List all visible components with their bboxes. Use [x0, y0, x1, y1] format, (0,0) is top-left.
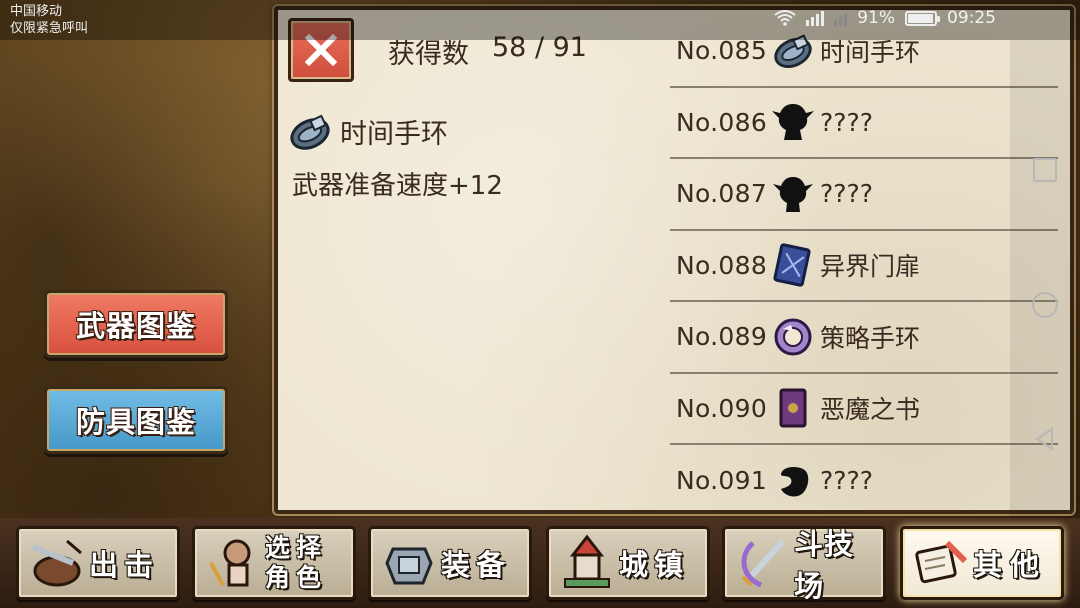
- carrier-info: 中国移动 仅限紧急呼叫: [10, 3, 88, 37]
- tab-label: 城镇: [619, 548, 690, 582]
- item-number: No.088: [676, 250, 768, 280]
- tab-select-character[interactable]: 选择角色: [192, 526, 356, 600]
- tab-town[interactable]: 城镇: [546, 526, 710, 600]
- tab-label: 斗技场: [794, 527, 855, 603]
- selected-item-effect: 武器准备速度+12: [292, 171, 503, 201]
- carrier-name: 中国移动: [10, 4, 63, 19]
- list-item[interactable]: No.089 策略手环: [670, 302, 1058, 374]
- unknown-blob-icon: [770, 458, 816, 504]
- tab-label: 出击: [89, 548, 160, 582]
- item-number: No.090: [676, 393, 768, 423]
- demon-book-icon: [770, 385, 816, 431]
- list-item[interactable]: No.088 异界门扉: [670, 231, 1058, 302]
- wifi-icon: [774, 10, 796, 26]
- clock: 09:25: [947, 8, 996, 28]
- system-navigation-bar: [1010, 40, 1080, 520]
- status-bar: 中国移动 仅限紧急呼叫 91% 09:25: [0, 0, 1080, 40]
- tab-equipment[interactable]: 装备: [368, 526, 532, 600]
- other-icon: [909, 531, 973, 595]
- item-number: No.091: [676, 466, 768, 496]
- item-name: ????: [820, 107, 874, 137]
- emergency-text: 仅限紧急呼叫: [10, 21, 89, 36]
- bracelet-icon: [288, 112, 332, 152]
- item-number: No.085: [676, 36, 768, 66]
- selected-item-name: 时间手环: [340, 119, 448, 150]
- item-name: 异界门扉: [820, 252, 921, 282]
- tab-label: 选择角色: [265, 533, 328, 592]
- item-name: 恶魔之书: [820, 395, 921, 425]
- list-item[interactable]: No.091 ????: [670, 445, 1058, 517]
- item-name: ????: [820, 179, 874, 209]
- item-number: No.089: [676, 322, 768, 352]
- weapon-catalog-button[interactable]: 武器图鉴: [44, 290, 228, 358]
- item-name: ????: [820, 466, 874, 496]
- catalog-panel: 获得数 58 / 91 时间手环 武器准备速度+12 No.085 时间手环 N…: [274, 6, 1074, 514]
- item-name: 策略手环: [820, 323, 921, 353]
- equipment-icon: [377, 531, 441, 595]
- tab-label: 装备: [441, 548, 512, 582]
- town-icon: [555, 531, 619, 595]
- sortie-icon: [25, 531, 89, 595]
- signal-4g-icon: [806, 10, 825, 26]
- portal-card-icon: [770, 242, 816, 288]
- tab-other[interactable]: 其他: [900, 526, 1064, 600]
- item-number: No.086: [676, 107, 768, 137]
- purple-bracelet-icon: [770, 314, 816, 360]
- status-indicators: 91% 09:25: [774, 8, 996, 28]
- home-icon[interactable]: [1032, 292, 1058, 318]
- tab-sortie[interactable]: 出击: [16, 526, 180, 600]
- list-item[interactable]: No.087 ????: [670, 159, 1058, 231]
- item-number: No.087: [676, 179, 768, 209]
- battery-percent: 91%: [857, 8, 895, 28]
- item-list: No.085 时间手环 No.086 ???? No.087 ???? No.0…: [670, 16, 1058, 517]
- list-item[interactable]: No.086 ????: [670, 88, 1058, 159]
- recent-apps-icon[interactable]: [1033, 158, 1057, 182]
- tab-arena[interactable]: 斗技场: [722, 526, 886, 603]
- character-icon: [201, 531, 265, 595]
- back-icon[interactable]: [1032, 426, 1058, 452]
- signal-no-sim-icon: [834, 10, 848, 26]
- bottom-tab-bar: 出击 选择角色 装备 城镇 斗技场 其他: [0, 518, 1080, 608]
- arena-icon: [731, 531, 794, 595]
- armor-catalog-button[interactable]: 防具图鉴: [44, 386, 228, 454]
- tab-label: 其他: [973, 548, 1048, 582]
- unknown-silhouette-icon: [770, 171, 816, 217]
- unknown-silhouette-icon: [770, 99, 816, 145]
- battery-icon: [905, 10, 940, 26]
- list-item[interactable]: No.090 恶魔之书: [670, 374, 1058, 445]
